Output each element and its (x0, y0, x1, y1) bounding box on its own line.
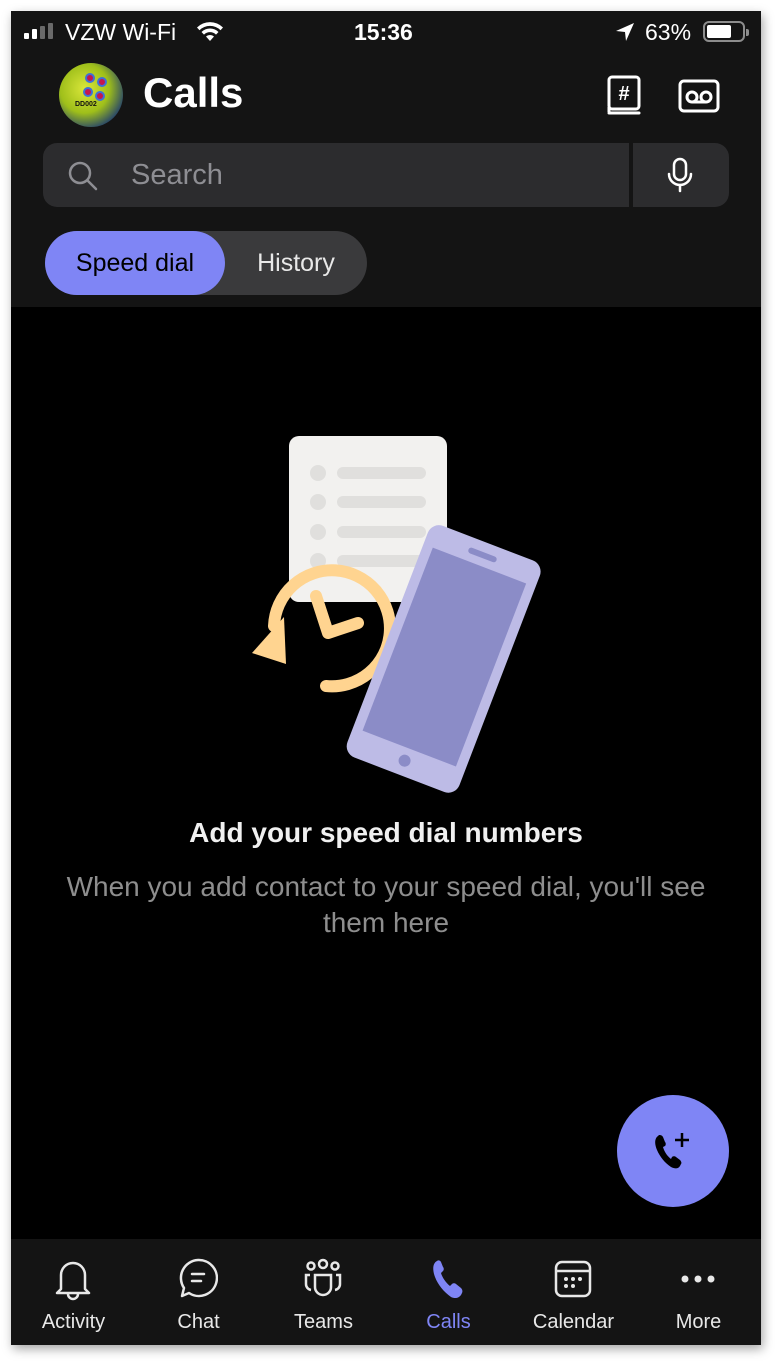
search-bar[interactable] (43, 143, 629, 207)
phone-screen: VZW Wi-Fi 15:36 63% DD002 Calls # Search… (11, 11, 761, 1345)
battery-icon (703, 21, 749, 42)
tab-calendar[interactable]: Calendar (511, 1239, 636, 1345)
dialpad-book-icon[interactable]: # (605, 75, 645, 117)
header-area: VZW Wi-Fi 15:36 63% DD002 Calls # Search… (11, 11, 761, 307)
speed-dial-illustration (252, 436, 541, 793)
tab-chat[interactable]: Chat (136, 1239, 261, 1345)
search-icon (68, 161, 98, 191)
tab-label: Activity (41, 1311, 106, 1333)
segmented-control: Speed dial History (45, 231, 367, 295)
page-title: Calls (143, 69, 244, 116)
tab-history[interactable]: History (225, 231, 367, 295)
bell-icon (55, 1261, 91, 1301)
svg-text:#: # (618, 83, 629, 105)
tab-activity[interactable]: Activity (11, 1239, 136, 1345)
tab-calls[interactable]: Calls (386, 1239, 511, 1345)
location-arrow-icon (616, 23, 634, 41)
tab-more[interactable]: More (636, 1239, 761, 1345)
chat-icon (179, 1258, 218, 1298)
tab-label: Calls (426, 1311, 471, 1333)
phone-icon (433, 1260, 463, 1299)
bottom-tab-bar: Activity Chat Teams Calls Calendar More (11, 1239, 761, 1345)
microphone-icon (667, 157, 693, 193)
search-input[interactable] (131, 153, 601, 197)
tab-speed-dial[interactable]: Speed dial (45, 231, 225, 295)
avatar[interactable]: DD002 (59, 63, 123, 127)
add-speed-dial-button[interactable] (617, 1095, 729, 1207)
teams-icon (304, 1258, 342, 1297)
clock: 15:36 (354, 19, 413, 45)
add-call-icon (655, 1133, 689, 1169)
status-bar: VZW Wi-Fi 15:36 63% (11, 11, 761, 53)
tab-teams[interactable]: Teams (261, 1239, 386, 1345)
avatar-tag: DD002 (75, 101, 97, 108)
tab-label: Calendar (532, 1311, 615, 1333)
wifi-icon (197, 22, 223, 41)
tab-label: Teams (294, 1311, 353, 1333)
empty-state-subtitle: When you add contact to your speed dial,… (66, 871, 706, 938)
battery-percent: 63% (645, 19, 692, 45)
more-icon (681, 1275, 715, 1283)
voicemail-icon[interactable] (677, 75, 721, 117)
calendar-icon (554, 1260, 592, 1298)
tab-label: More (675, 1311, 722, 1333)
carrier-label: VZW Wi-Fi (65, 19, 177, 45)
microphone-button[interactable] (633, 143, 729, 207)
tab-label: Chat (177, 1311, 220, 1333)
signal-icon (24, 23, 53, 39)
empty-state-title: Add your speed dial numbers (189, 817, 583, 848)
